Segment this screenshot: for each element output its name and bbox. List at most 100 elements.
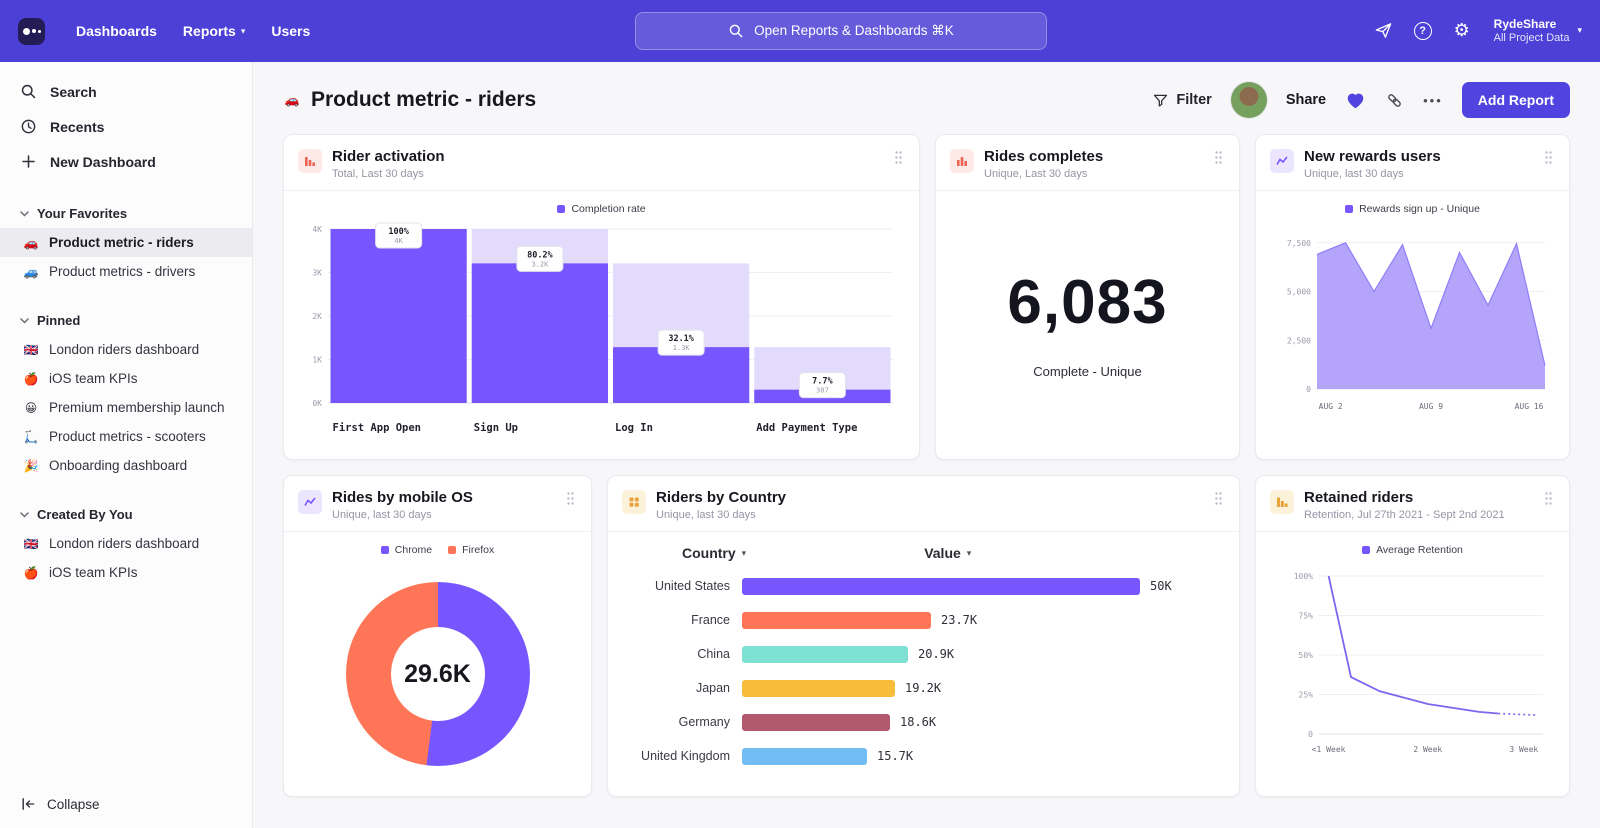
settings-gear-icon[interactable]: ⚙ (1451, 20, 1473, 42)
section-toggle-created-by-you[interactable]: Created By You (0, 500, 252, 529)
heart-shape (1348, 93, 1364, 108)
app-logo[interactable] (18, 18, 45, 45)
legend-swatch (1345, 205, 1353, 213)
country-bar[interactable] (742, 714, 890, 731)
car-emoji-icon: 🚗 (283, 93, 301, 107)
svg-text:32.1%: 32.1% (668, 334, 694, 344)
svg-text:3K: 3K (312, 269, 322, 278)
section-toggle-pinned[interactable]: Pinned (0, 306, 252, 335)
share-button[interactable]: Share (1286, 92, 1326, 108)
country-bar-list: United States50KFrance23.7KChina20.9KJap… (608, 569, 1239, 773)
country-bar[interactable] (742, 680, 895, 697)
sidebar-new-dashboard[interactable]: New Dashboard (0, 144, 252, 179)
card-title[interactable]: Rider activation (332, 148, 445, 165)
retention-line-chart[interactable]: 100%75%50%25%0<1 Week2 Week3 Week (1273, 560, 1553, 760)
card-title[interactable]: Riders by Country (656, 489, 786, 506)
drag-handle-icon[interactable] (1542, 489, 1555, 513)
country-label: United Kingdom (630, 749, 742, 763)
card-title[interactable]: Rides by mobile OS (332, 489, 473, 506)
card-title[interactable]: Rides completes (984, 148, 1103, 165)
sidebar-section-created-by-you: Created By You 🇬🇧 London riders dashboar… (0, 500, 252, 587)
funnel-bar-converted[interactable] (331, 229, 467, 403)
svg-text:Sign Up: Sign Up (474, 422, 518, 434)
paper-plane-icon[interactable] (1373, 20, 1395, 42)
card-riders-by-country: Riders by Country Unique, last 30 days C… (607, 475, 1240, 797)
country-bar[interactable] (742, 612, 931, 629)
sidebar-item-product-metric-riders[interactable]: 🚗 Product metric - riders (0, 228, 252, 257)
nav-reports[interactable]: Reports▾ (172, 15, 256, 47)
nav-users[interactable]: Users (260, 15, 321, 47)
area-chart[interactable]: 7,5005,0002,5000AUG 2AUG 9AUG 16 (1273, 219, 1553, 419)
drag-handle-icon[interactable] (564, 489, 577, 513)
country-row: Japan19.2K (608, 671, 1239, 705)
sidebar-item-onboarding-dashboard[interactable]: 🎉 Onboarding dashboard (0, 451, 252, 480)
chart-legend: Chrome Firefox (298, 536, 577, 560)
copy-link-icon[interactable] (1385, 91, 1404, 110)
sidebar-item-ios-kpis[interactable]: 🍎 iOS team KPIs (0, 364, 252, 393)
caret-down-icon: ▾ (1577, 25, 1582, 36)
card-subtitle: Unique, Last 30 days (984, 168, 1103, 180)
country-row: China20.9K (608, 637, 1239, 671)
chevron-down-icon (20, 211, 29, 217)
svg-text:2K: 2K (312, 312, 322, 321)
sidebar-item-product-metrics-scooters[interactable]: 🛴 Product metrics - scooters (0, 422, 252, 451)
add-report-button[interactable]: Add Report (1462, 82, 1570, 118)
avatar[interactable] (1231, 82, 1267, 118)
global-search-input[interactable]: Open Reports & Dashboards ⌘K (635, 12, 1047, 50)
card-title[interactable]: New rewards users (1304, 148, 1441, 165)
sidebar-item-ios-kpis-2[interactable]: 🍎 iOS team KPIs (0, 558, 252, 587)
funnel-step-callout: 80.2%3.2K (517, 246, 563, 271)
favorite-heart-icon[interactable] (1345, 91, 1366, 110)
donut-chart[interactable]: 29.6K (346, 582, 530, 766)
more-options-icon[interactable]: ••• (1423, 93, 1443, 108)
card-title[interactable]: Retained riders (1304, 489, 1505, 506)
bar-metric-icon (950, 149, 974, 173)
apple-emoji-icon: 🍎 (22, 566, 40, 580)
sidebar-section-pinned: Pinned 🇬🇧 London riders dashboard 🍎 iOS … (0, 306, 252, 480)
account-switcher[interactable]: RydeShare All Project Data ▾ (1494, 17, 1582, 45)
sidebar-item-london-riders[interactable]: 🇬🇧 London riders dashboard (0, 335, 252, 364)
country-bar[interactable] (742, 646, 908, 663)
filter-button[interactable]: Filter (1152, 92, 1211, 109)
sidebar-search[interactable]: Search (0, 74, 252, 109)
drag-handle-icon[interactable] (892, 148, 905, 172)
card-new-rewards-users: New rewards users Unique, last 30 days R… (1255, 134, 1570, 460)
country-column-dropdown[interactable]: Country ▾ (682, 545, 746, 561)
section-toggle-favorites[interactable]: Your Favorites (0, 199, 252, 228)
svg-text:100%: 100% (1293, 572, 1312, 581)
help-icon[interactable]: ? (1412, 20, 1434, 42)
svg-text:80.2%: 80.2% (527, 250, 553, 260)
sidebar-item-london-riders-2[interactable]: 🇬🇧 London riders dashboard (0, 529, 252, 558)
country-bar[interactable] (742, 748, 867, 765)
top-nav: Dashboards Reports▾ Users Open Reports &… (0, 0, 1600, 62)
area-series[interactable] (1317, 243, 1545, 389)
sidebar-collapse-button[interactable]: Collapse (20, 796, 100, 812)
country-row: United States50K (608, 569, 1239, 603)
svg-text:3 Week: 3 Week (1509, 745, 1538, 754)
country-bar[interactable] (742, 578, 1140, 595)
retention-line-projected (1498, 714, 1535, 716)
sidebar-recents[interactable]: Recents (0, 109, 252, 144)
country-value: 23.7K (941, 613, 977, 627)
funnel-chart[interactable]: 4K3K2K1K0KFirst App Open100%4KSign Up80.… (298, 219, 903, 443)
value-column-dropdown[interactable]: Value ▾ (924, 545, 971, 561)
svg-text:5,000: 5,000 (1286, 288, 1310, 297)
retention-chart-icon (1270, 490, 1294, 514)
line-chart-icon (298, 490, 322, 514)
drag-handle-icon[interactable] (1212, 489, 1225, 513)
country-value: 50K (1150, 579, 1172, 593)
svg-text:<1 Week: <1 Week (1311, 745, 1345, 754)
sidebar-item-product-metrics-drivers[interactable]: 🚙 Product metrics - drivers (0, 257, 252, 286)
card-subtitle: Unique, last 30 days (656, 509, 786, 521)
funnel-bar-converted[interactable] (472, 263, 608, 403)
drag-handle-icon[interactable] (1212, 148, 1225, 172)
drag-handle-icon[interactable] (1542, 148, 1555, 172)
retention-line[interactable] (1328, 576, 1498, 714)
chevron-down-icon (20, 512, 29, 518)
clock-icon (20, 118, 37, 135)
scooter-emoji-icon: 🛴 (22, 430, 40, 444)
svg-text:AUG 9: AUG 9 (1418, 402, 1442, 411)
nav-dashboards[interactable]: Dashboards (65, 15, 168, 47)
sidebar-item-premium-membership[interactable]: 😀 Premium membership launch (0, 393, 252, 422)
donut-center-value: 29.6K (391, 627, 485, 721)
